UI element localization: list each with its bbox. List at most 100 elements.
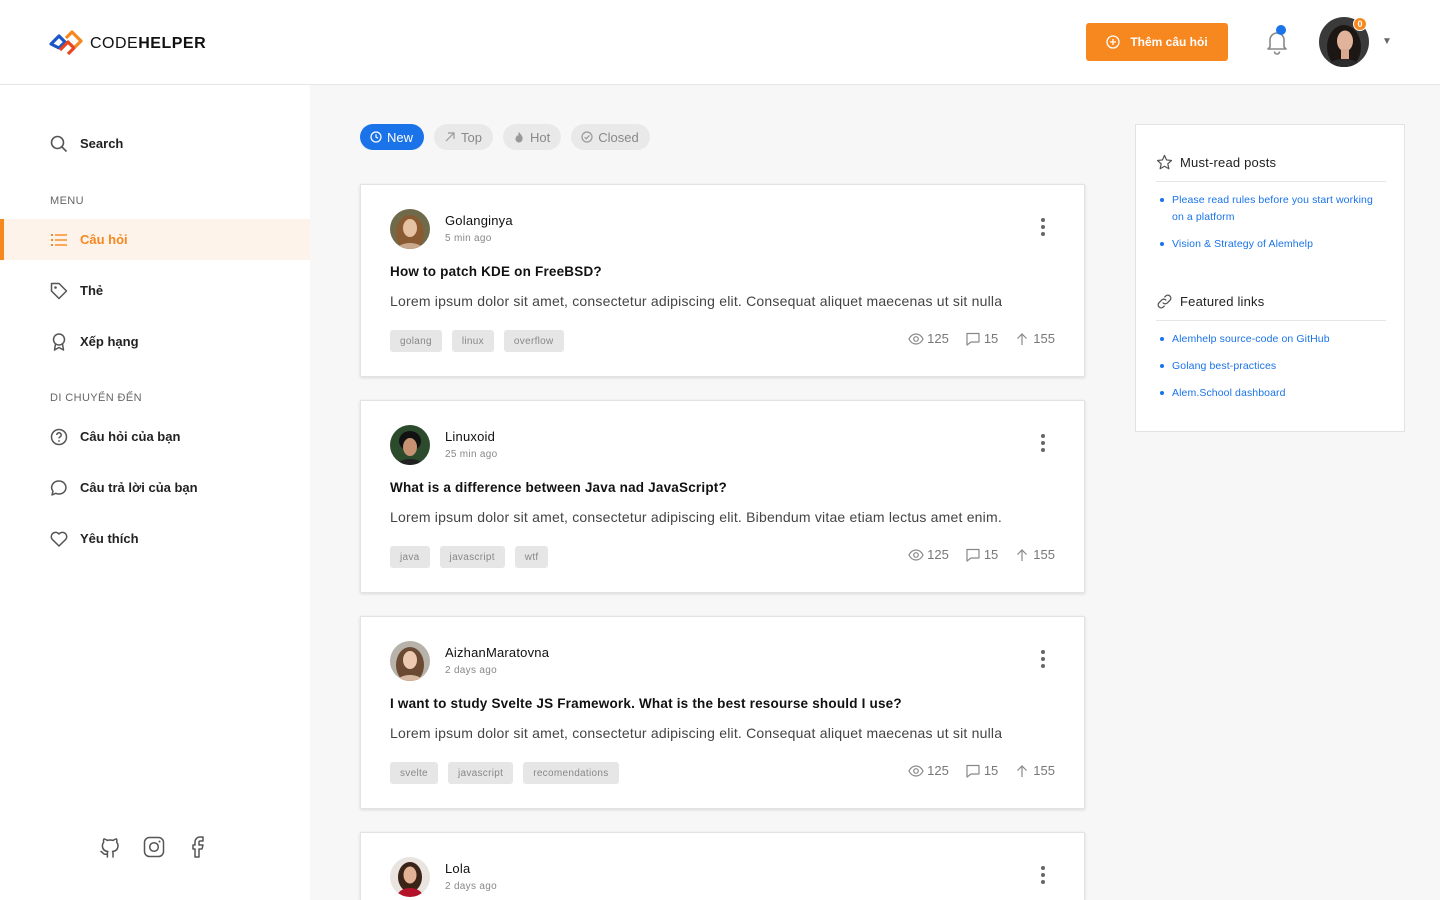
sidebar-item-label: Yêu thích <box>80 531 139 546</box>
sidebar-item-questions[interactable]: Câu hỏi <box>0 219 310 260</box>
link-icon <box>1157 294 1172 309</box>
github-icon[interactable] <box>98 835 122 859</box>
plus-circle-icon <box>1106 35 1120 49</box>
arrow-up-icon <box>1017 332 1028 345</box>
facebook-icon[interactable] <box>186 835 210 859</box>
more-options-icon[interactable] <box>1033 218 1053 242</box>
search-icon <box>50 135 68 153</box>
comment-icon <box>966 764 980 778</box>
add-question-button[interactable]: Thêm câu hỏi <box>1086 23 1228 61</box>
arrow-up-icon <box>1017 764 1028 777</box>
post-stats: 125 15 155 <box>908 331 1055 346</box>
author-avatar[interactable] <box>390 641 430 681</box>
question-circle-icon <box>50 428 68 446</box>
eye-icon <box>908 332 924 345</box>
notification-dot <box>1276 25 1286 35</box>
sidebar-item-ranking[interactable]: Xếp hạng <box>0 321 310 362</box>
sidebar-item-your-answers[interactable]: Câu trả lời của bạn <box>0 467 310 508</box>
votes-stat[interactable]: 155 <box>1014 331 1055 346</box>
check-circle-icon <box>581 131 593 143</box>
must-read-link[interactable]: Vision & Strategy of Alemhelp <box>1160 236 1380 253</box>
post-excerpt: Lorem ipsum dolor sit amet, consectetur … <box>390 509 1002 525</box>
tag-chip[interactable]: recomendations <box>523 762 619 784</box>
tag-chip[interactable]: javascript <box>447 762 514 784</box>
featured-link[interactable]: Alemhelp source-code on GitHub <box>1160 331 1380 348</box>
views-stat: 125 <box>908 763 949 778</box>
views-stat: 125 <box>908 547 949 562</box>
main-content: New Top Hot Closed Golanginya 5 min ago … <box>310 85 1440 900</box>
tag-chip[interactable]: wtf <box>514 546 549 568</box>
post-tags: svelte javascript recomendations <box>390 762 619 784</box>
author-name[interactable]: Lola <box>445 861 470 876</box>
filter-tabs: New Top Hot Closed <box>360 124 650 150</box>
post-card[interactable]: AizhanMaratovna 2 days ago I want to stu… <box>360 616 1085 809</box>
tag-chip[interactable]: golang <box>390 330 442 352</box>
post-time: 2 days ago <box>445 881 497 892</box>
post-card[interactable]: Linuxoid 25 min ago What is a difference… <box>360 400 1085 593</box>
top-header: CODEHELPER Thêm câu hỏi 0 ▼ <box>0 0 1440 85</box>
sidebar-item-favorites[interactable]: Yêu thích <box>0 518 310 559</box>
tag-chip[interactable]: javascript <box>439 546 505 568</box>
post-time: 5 min ago <box>445 233 492 244</box>
post-card[interactable]: Lola 2 days ago <box>360 832 1085 900</box>
comment-icon <box>50 479 68 497</box>
more-options-icon[interactable] <box>1033 866 1053 890</box>
sidebar-search[interactable]: Search <box>0 123 310 164</box>
author-name[interactable]: AizhanMaratovna <box>445 645 549 660</box>
sidebar-item-label: Câu trả lời của bạn <box>80 480 198 495</box>
logo-icon <box>49 30 83 56</box>
author-name[interactable]: Linuxoid <box>445 429 495 444</box>
filter-top[interactable]: Top <box>434 124 493 150</box>
must-read-link[interactable]: Please read rules before you start worki… <box>1160 192 1380 226</box>
more-options-icon[interactable] <box>1033 434 1053 458</box>
author-avatar[interactable] <box>390 857 430 897</box>
caret-down-icon[interactable]: ▼ <box>1382 36 1392 47</box>
votes-stat[interactable]: 155 <box>1014 763 1055 778</box>
post-card[interactable]: Golanginya 5 min ago How to patch KDE on… <box>360 184 1085 377</box>
comments-stat: 15 <box>965 331 998 346</box>
must-read-title: Must-read posts <box>1156 154 1276 171</box>
tag-chip[interactable]: java <box>390 546 430 568</box>
featured-link[interactable]: Golang best-practices <box>1160 358 1380 375</box>
author-avatar[interactable] <box>390 209 430 249</box>
flame-icon <box>515 132 523 143</box>
author-avatar[interactable] <box>390 425 430 465</box>
arrow-up-icon <box>1017 548 1028 561</box>
heart-icon <box>50 530 68 548</box>
author-name[interactable]: Golanginya <box>445 213 513 228</box>
comments-stat: 15 <box>965 547 998 562</box>
sidebar-item-label: Xếp hạng <box>80 334 139 349</box>
comments-stat: 15 <box>965 763 998 778</box>
instagram-icon[interactable] <box>142 835 166 859</box>
tag-chip[interactable]: svelte <box>390 762 438 784</box>
post-tags: golang linux overflow <box>390 330 564 352</box>
comment-icon <box>966 548 980 562</box>
more-options-icon[interactable] <box>1033 650 1053 674</box>
filter-closed[interactable]: Closed <box>571 124 650 150</box>
featured-link[interactable]: Alem.School dashboard <box>1160 385 1380 402</box>
list-icon <box>50 231 68 249</box>
divider <box>1156 181 1386 182</box>
eye-icon <box>908 548 924 561</box>
logo[interactable]: CODEHELPER <box>48 30 206 58</box>
post-title[interactable]: How to patch KDE on FreeBSD? <box>390 264 602 279</box>
filter-label: New <box>387 129 414 145</box>
comment-icon <box>966 332 980 346</box>
filter-hot[interactable]: Hot <box>502 124 562 150</box>
eye-icon <box>908 764 924 777</box>
sidebar-item-tags[interactable]: Thẻ <box>0 270 310 311</box>
tag-icon <box>50 282 68 300</box>
tag-chip[interactable]: overflow <box>503 330 564 352</box>
post-time: 25 min ago <box>445 449 498 460</box>
tag-chip[interactable]: linux <box>451 330 494 352</box>
filter-new[interactable]: New <box>360 124 425 150</box>
menu-section-title: MENU <box>50 195 84 207</box>
sidebar-widget: Must-read posts Please read rules before… <box>1135 124 1405 432</box>
featured-links-title: Featured links <box>1156 293 1264 310</box>
sidebar-item-your-questions[interactable]: Câu hỏi của bạn <box>0 416 310 457</box>
votes-stat[interactable]: 155 <box>1014 547 1055 562</box>
post-title[interactable]: I want to study Svelte JS Framework. Wha… <box>390 696 902 711</box>
post-stats: 125 15 155 <box>908 763 1055 778</box>
post-title[interactable]: What is a difference between Java nad Ja… <box>390 480 727 495</box>
post-tags: java javascript wtf <box>390 546 549 568</box>
